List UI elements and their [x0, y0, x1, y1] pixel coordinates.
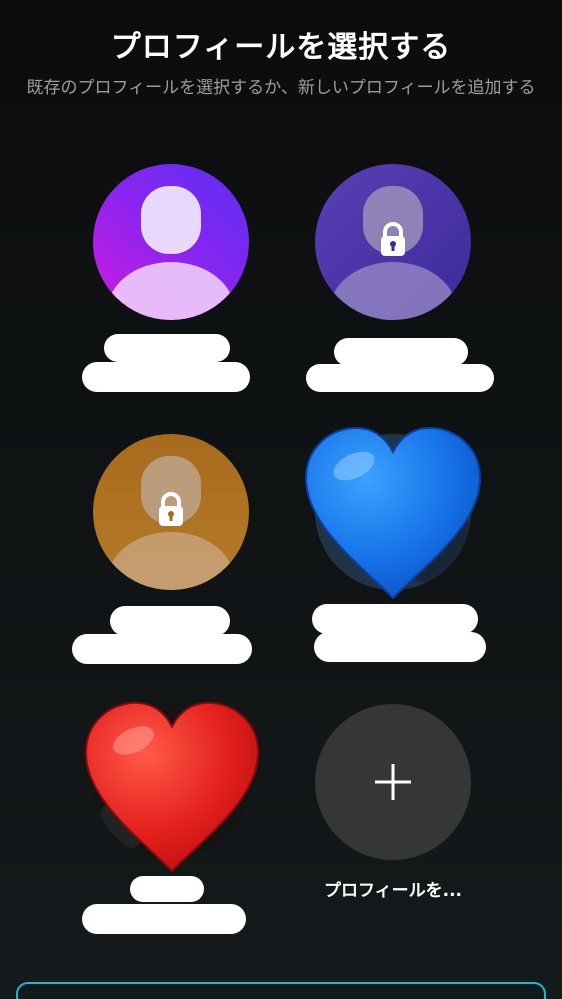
red-heart-icon — [84, 701, 260, 873]
lock-icon — [378, 222, 408, 258]
page-title: プロフィールを選択する — [110, 30, 452, 65]
profile-tile-5[interactable] — [76, 701, 266, 944]
name-redaction — [314, 632, 486, 662]
profile-tile-3[interactable] — [72, 434, 266, 674]
name-redaction — [110, 606, 230, 636]
bottom-action-button[interactable] — [16, 982, 546, 999]
profile-tile-2[interactable] — [298, 164, 494, 404]
profile-tile-4[interactable] — [298, 426, 488, 674]
blue-heart-icon — [304, 426, 482, 600]
name-redaction — [312, 604, 478, 634]
name-redaction — [334, 338, 468, 366]
name-redaction — [72, 634, 252, 664]
page-subtitle: 既存のプロフィールを選択するか、新しいプロフィールを追加する — [26, 78, 536, 98]
name-redaction — [82, 904, 246, 934]
add-profile-button[interactable] — [315, 704, 471, 860]
avatar[interactable] — [315, 164, 471, 320]
name-redaction — [130, 876, 204, 902]
avatar[interactable] — [93, 434, 249, 590]
plus-icon — [375, 764, 411, 800]
name-redaction — [82, 362, 250, 392]
add-profile-tile[interactable]: プロフィールを... — [298, 704, 488, 944]
name-redaction — [104, 334, 230, 362]
lock-icon — [156, 492, 186, 528]
profile-tile-1[interactable] — [76, 164, 266, 404]
avatar[interactable] — [93, 164, 249, 320]
name-redaction — [306, 364, 494, 392]
add-profile-label: プロフィールを... — [323, 881, 463, 901]
